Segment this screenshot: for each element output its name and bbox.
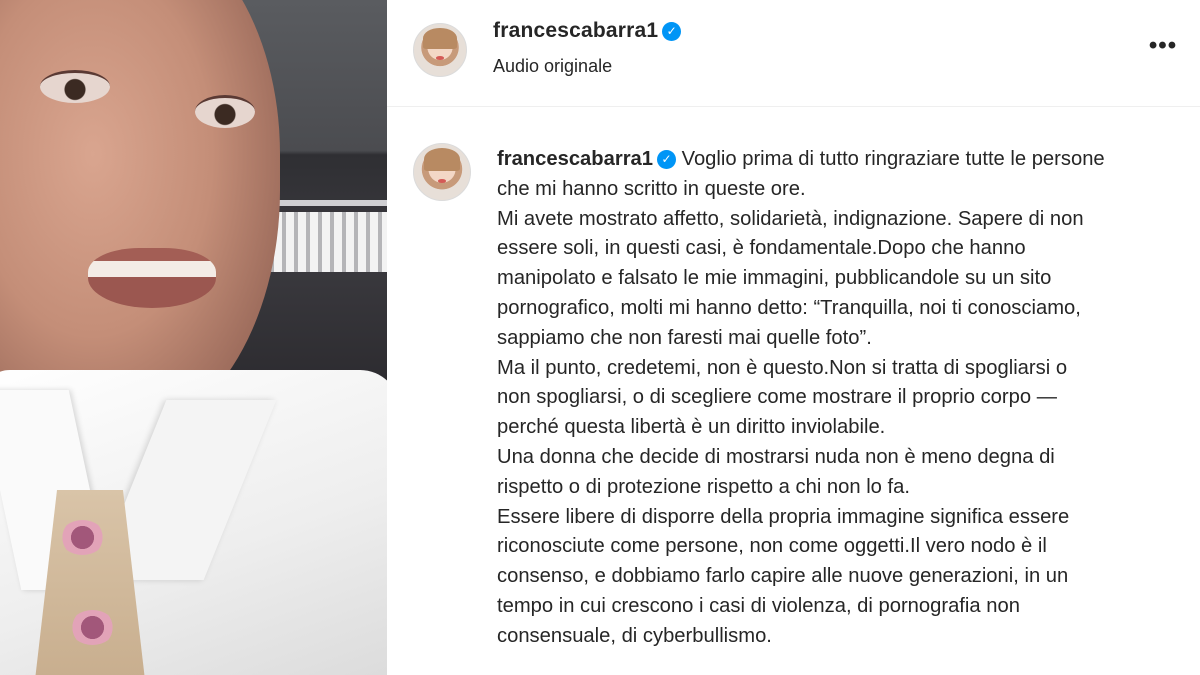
caption-avatar[interactable]: [413, 143, 471, 201]
audio-label-link[interactable]: Audio originale: [493, 56, 612, 77]
avatar-hair: [424, 148, 460, 171]
avatar-lips: [435, 56, 445, 60]
profile-avatar[interactable]: [413, 23, 467, 77]
verified-badge-icon: ✓: [662, 22, 682, 41]
right-eye: [195, 95, 255, 128]
caption-line: consensuale, di cyberbullismo.: [497, 624, 772, 647]
caption-line: pornografico, molti mi hanno detto: “Tra…: [497, 296, 1081, 319]
caption-line: essere soli, in questi casi, è fondament…: [497, 237, 1026, 260]
post-caption: francescabarra1 ✓ Voglio prima di tutto r…: [387, 106, 1200, 675]
caption-line: che mi hanno scritto in queste ore.: [497, 177, 806, 200]
verified-badge-icon: ✓: [657, 150, 676, 169]
post-side-panel: francescabarra1 ✓ Audio originale ••• fra…: [387, 0, 1200, 675]
mouth: [88, 248, 216, 308]
caption-text: francescabarra1 ✓ Voglio prima di tutto r…: [497, 145, 1187, 652]
caption-line: perché questa libertà è un diritto invio…: [497, 416, 886, 439]
caption-line-text: Voglio prima di tutto ringraziare tutte …: [676, 148, 1105, 170]
caption-line: Ma il punto, credetemi, non è questo.Non…: [497, 356, 1068, 379]
avatar-hair: [423, 28, 457, 49]
caption-line: Una donna che decide di mostrarsi nuda n…: [497, 445, 1055, 468]
caption-line: sappiamo che non faresti mai quelle foto…: [497, 326, 872, 349]
butterfly-print: [60, 520, 105, 555]
caption-line: tempo in cui crescono i casi di violenza…: [497, 594, 1020, 617]
caption-line: Essere libere di disporre della propria …: [497, 505, 1070, 528]
caption-username-link[interactable]: francescabarra1: [497, 148, 653, 170]
caption-line: francescabarra1 ✓ Voglio prima di tutto r…: [497, 145, 1187, 175]
caption-line: rispetto o di protezione rispetto a chi …: [497, 475, 910, 498]
username-text[interactable]: francescabarra1: [493, 19, 658, 42]
left-eye: [40, 70, 110, 103]
caption-line: Mi avete mostrato affetto, solidarietà, …: [497, 207, 1084, 230]
more-options-icon[interactable]: •••: [1148, 34, 1178, 58]
post-header: francescabarra1 ✓ Audio originale •••: [387, 0, 1200, 107]
caption-line: manipolato e falsato le mie immagini, pu…: [497, 267, 1052, 290]
butterfly-print: [70, 610, 115, 645]
caption-line: consenso, e dobbiamo farlo capire alle n…: [497, 565, 1069, 588]
caption-line: riconosciute come persone, non come ogge…: [497, 535, 1047, 558]
caption-line: non spogliarsi, o di scegliere come most…: [497, 386, 1057, 409]
profile-username-link[interactable]: francescabarra1 ✓: [493, 19, 682, 43]
reel-video-frame[interactable]: [0, 0, 387, 675]
avatar-lips: [437, 178, 447, 183]
